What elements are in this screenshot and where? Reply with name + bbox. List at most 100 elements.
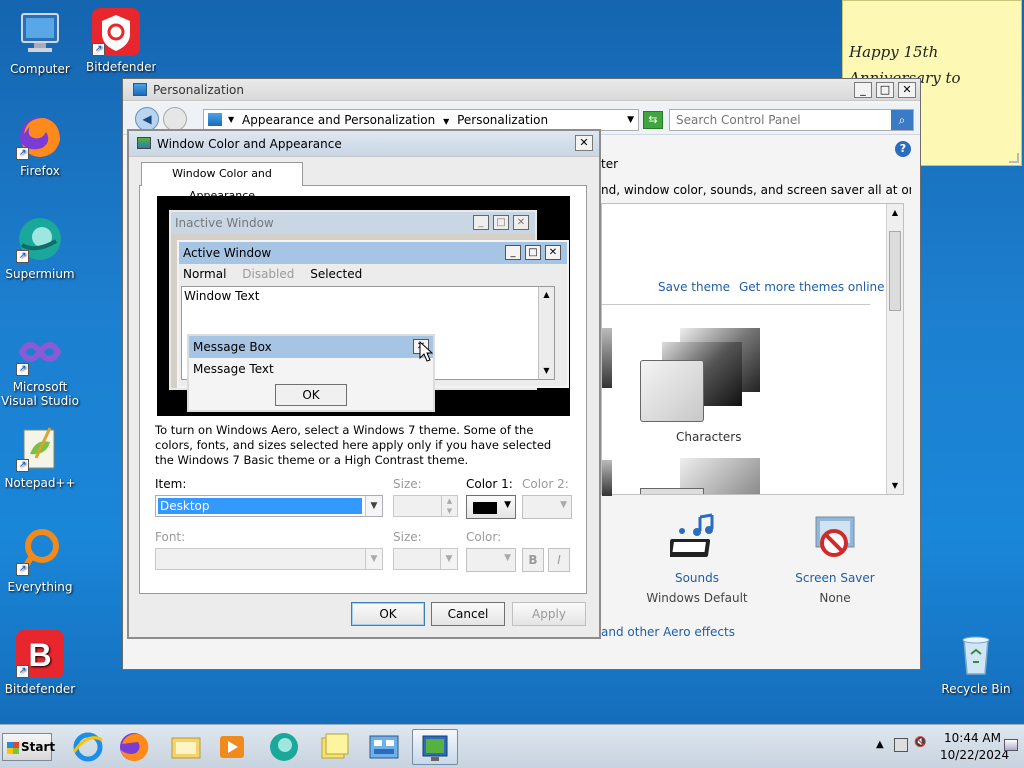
shortcut-arrow-icon: ↗ <box>92 43 105 56</box>
resize-grip-icon[interactable] <box>1009 153 1019 163</box>
font-size-select: ▼ <box>393 548 458 570</box>
save-theme-link[interactable]: Save theme <box>658 280 730 294</box>
shortcut-arrow-icon: ↗ <box>16 459 29 472</box>
theme-thumbnail-partial[interactable] <box>640 454 764 494</box>
scroll-up-icon[interactable]: ▲ <box>887 204 903 221</box>
cancel-button[interactable]: Cancel <box>431 602 505 626</box>
theme-left-strip <box>602 328 612 388</box>
desktop-icon-computer[interactable]: Computer <box>0 10 80 76</box>
active-title-text: Active Window <box>183 246 272 260</box>
theme-left-strip <box>602 460 612 496</box>
tab-window-color[interactable]: Window Color and Appearance <box>141 162 303 202</box>
forward-button[interactable] <box>163 107 187 131</box>
scroll-up-icon: ▲ <box>543 290 550 299</box>
scroll-thumb[interactable] <box>889 231 901 311</box>
search-icon[interactable]: ⌕ <box>891 110 913 130</box>
supermium-icon: ↗ <box>16 215 64 263</box>
network-icon[interactable] <box>894 738 908 752</box>
desktop-icon-bitdefender[interactable]: B ↗ Bitdefender <box>0 630 80 696</box>
desktop-icon-label: Notepad++ <box>4 476 76 490</box>
font-color-label: Color: <box>466 530 502 544</box>
history-dropdown-icon[interactable]: ▼ <box>627 110 634 130</box>
color1-button[interactable]: ▼ <box>466 495 516 519</box>
message-box-title: Message Box <box>193 340 272 354</box>
theme-thumbnail-characters[interactable] <box>640 328 764 422</box>
chevron-down-icon: ▼ <box>560 500 567 510</box>
desktop-icon-supermium[interactable]: ↗ Supermium <box>0 215 80 281</box>
menu-selected: Selected <box>310 267 363 281</box>
preview-ok-label: OK <box>302 388 320 402</box>
dialog-close-button[interactable]: ✕ <box>575 135 593 151</box>
shortcut-arrow-icon: ↗ <box>16 665 29 678</box>
chevron-down-icon[interactable]: ▼ <box>228 110 234 130</box>
get-more-themes-link[interactable]: Get more themes online <box>739 280 885 294</box>
ok-button[interactable]: OK <box>351 602 425 626</box>
menu-normal: Normal <box>183 267 227 281</box>
start-button[interactable]: Start <box>2 733 56 761</box>
desktop-icon-label: Bitdefender <box>4 682 76 696</box>
dialog-title: Window Color and Appearance <box>157 137 342 151</box>
screen-saver-icon <box>808 513 862 563</box>
minimize-icon: _ <box>473 215 489 230</box>
breadcrumb-item[interactable]: Personalization <box>457 113 548 127</box>
desktop-icon-bitdefender-vpn[interactable]: ↗ Bitdefender VPN <box>76 8 156 74</box>
desktop-icon-firefox[interactable]: ↗ Firefox <box>0 112 80 178</box>
svg-text:B: B <box>28 637 51 673</box>
stepper-up-icon: ▲ <box>441 496 457 506</box>
aero-effects-link[interactable]: and other Aero effects <box>601 625 735 639</box>
sounds-label[interactable]: Sounds <box>643 571 751 585</box>
taskbar: Start ▲ 🔇 10:44 AM 10/22/2024 <box>0 724 1024 768</box>
close-icon: ✕ <box>513 215 529 230</box>
back-button[interactable]: ◀ <box>135 107 159 131</box>
desktop-icon-everything[interactable]: ↗ Everything <box>0 528 80 594</box>
screen-saver-label[interactable]: Screen Saver <box>781 571 889 585</box>
taskbar-sticky-notes-icon[interactable] <box>316 730 352 764</box>
font-select: ▼ <box>155 548 383 570</box>
clock-time[interactable]: 10:44 AM <box>944 731 1001 745</box>
chevron-down-icon[interactable]: ▼ <box>365 496 382 516</box>
volume-muted-icon[interactable]: 🔇 <box>914 737 930 753</box>
taskbar-ie-icon[interactable] <box>70 730 106 764</box>
show-desktop-button[interactable] <box>1004 739 1018 751</box>
themes-scrollbar[interactable]: ▲ ▼ <box>886 204 903 494</box>
bold-button: B <box>522 548 544 572</box>
themes-list[interactable]: Save theme Get more themes online Charac… <box>601 203 904 496</box>
clock-date[interactable]: 10/22/2024 <box>940 748 1009 762</box>
refresh-button[interactable]: ⇆ <box>643 111 663 129</box>
help-icon[interactable]: ? <box>895 141 911 157</box>
desktop-icon-label: Computer <box>10 62 70 76</box>
apply-button: Apply <box>512 602 586 626</box>
sounds-button[interactable]: Sounds Windows Default <box>643 513 751 609</box>
minimize-button[interactable]: _ <box>854 82 872 98</box>
computer-icon <box>16 10 64 58</box>
recycle-bin-icon <box>952 630 1000 678</box>
chevron-down-icon[interactable]: ▼ <box>439 117 453 126</box>
taskbar-media-player-icon[interactable] <box>214 730 250 764</box>
chevron-down-icon: ▼ <box>365 549 382 569</box>
search-box[interactable]: ⌕ <box>669 109 914 131</box>
italic-button: I <box>548 548 570 572</box>
search-input[interactable] <box>670 110 885 130</box>
screen-saver-button[interactable]: Screen Saver None <box>781 513 889 609</box>
desktop-icon-recycle-bin[interactable]: Recycle Bin <box>936 630 1016 696</box>
taskbar-supermium-icon[interactable] <box>266 730 302 764</box>
item-select[interactable]: Desktop ▼ <box>155 495 383 517</box>
taskbar-firefox-icon[interactable] <box>116 730 152 764</box>
taskbar-control-panel-icon[interactable] <box>366 730 402 764</box>
scroll-down-icon[interactable]: ▼ <box>887 477 903 494</box>
close-button[interactable]: ✕ <box>898 82 916 98</box>
maximize-button[interactable]: □ <box>876 82 894 98</box>
notepadpp-icon: ↗ <box>16 424 64 472</box>
start-label: Start <box>21 740 56 754</box>
message-text: Message Text <box>193 362 274 376</box>
color1-swatch <box>473 502 497 514</box>
show-hidden-icons-icon[interactable]: ▲ <box>876 739 884 750</box>
taskbar-personalization-icon[interactable] <box>412 729 458 765</box>
preview-inactive-titlebar: Inactive Window _ □ ✕ <box>171 212 535 234</box>
desktop-icon-notepadpp[interactable]: ↗ Notepad++ <box>0 424 80 490</box>
size-stepper: ▲ ▼ <box>393 495 458 517</box>
desktop-icon-visual-studio[interactable]: ↗ Microsoft Visual Studio <box>0 328 80 408</box>
dialog-titlebar: Window Color and Appearance ✕ <box>129 131 599 157</box>
breadcrumb-item[interactable]: Appearance and Personalization <box>242 113 435 127</box>
taskbar-explorer-icon[interactable] <box>168 730 204 764</box>
